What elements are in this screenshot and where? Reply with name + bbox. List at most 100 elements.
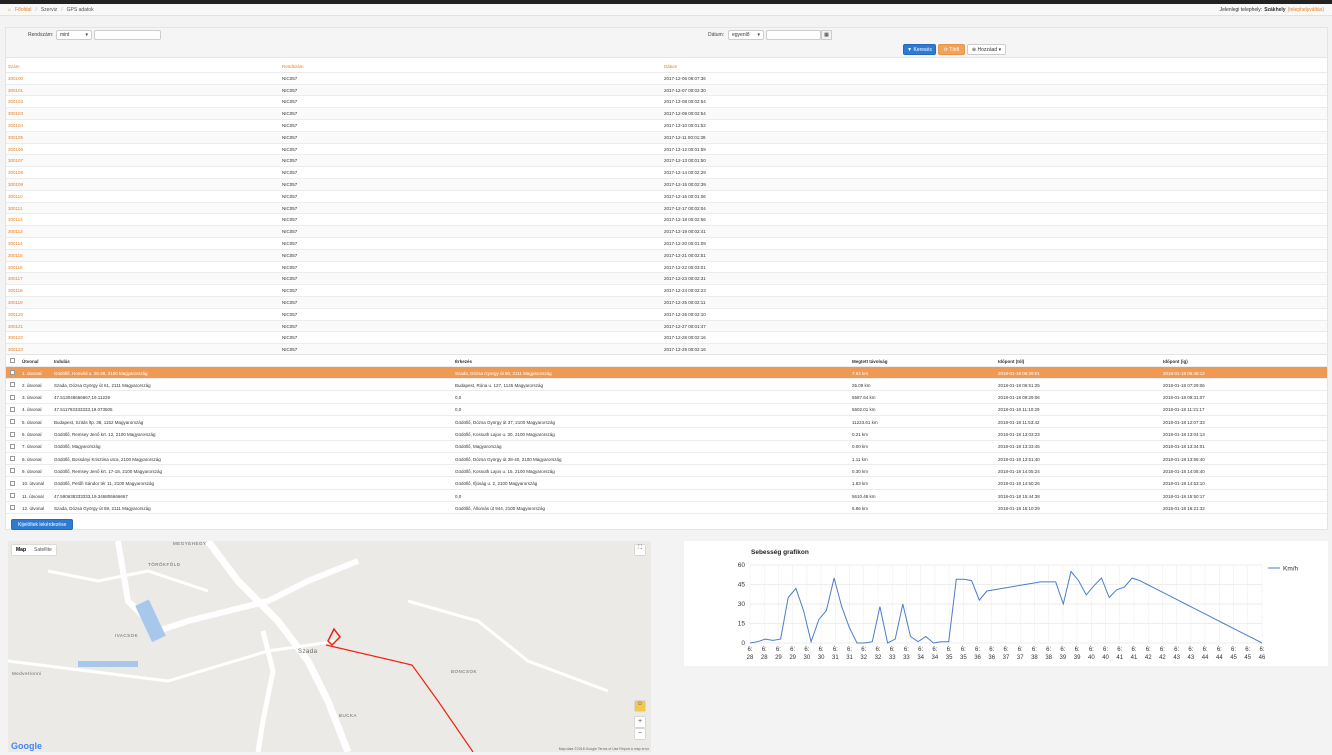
cell-szam[interactable]: 300104 (8, 123, 23, 128)
table-row[interactable]: 300114 NIC057 2017-12-20 00:01:09 (6, 238, 1327, 250)
search-button[interactable]: ▼ Keresés (903, 44, 936, 55)
row-checkbox[interactable] (10, 493, 15, 498)
table-row[interactable]: 2. útvonal Szada, Dózsa György út 61, 211… (6, 379, 1327, 392)
row-checkbox[interactable] (10, 382, 15, 388)
table-row[interactable]: 300109 NIC057 2017-12-15 00:02:39 (6, 178, 1327, 191)
table-row[interactable]: 9. útvonal Gödöllő, Remsey Jenő krt. 17-1… (6, 465, 1327, 478)
table-row[interactable]: 300111 NIC057 2017-12-17 00:02:04 (6, 202, 1327, 215)
table-row[interactable]: 300101 NIC057 2017-12-07 00:02:30 (6, 84, 1327, 97)
table-row[interactable]: 11. útvonal 47.590638333333,19.3468066666… (6, 490, 1327, 502)
table-row[interactable]: 300104 NIC057 2017-12-10 00:01:52 (6, 120, 1327, 132)
datum-input[interactable] (766, 30, 821, 40)
table-row[interactable]: 8. útvonal Gödöllő, Bossányi Krisztina ut… (6, 453, 1327, 466)
map-canvas[interactable] (8, 541, 651, 752)
row-checkbox[interactable] (10, 419, 15, 425)
fullscreen-icon[interactable]: ⛶ (635, 545, 645, 555)
cell-szam[interactable]: 300121 (8, 324, 23, 329)
cell-szam[interactable]: 300109 (8, 182, 23, 187)
reset-button[interactable]: ⟳ Törli (938, 44, 965, 55)
home-icon[interactable]: ⌂ (8, 7, 11, 13)
breadcrumb-home[interactable]: Főoldal (15, 7, 31, 13)
cell-szam[interactable]: 300102 (8, 99, 23, 104)
row-checkbox[interactable] (10, 370, 15, 375)
table-row[interactable]: 12. útvonal Szada, Dózsa György út 59, 21… (6, 502, 1327, 515)
map[interactable]: Map Satellite MEGYEHEGY TÖRÖKFÖLD IVACSO… (8, 541, 651, 752)
query-selected-button[interactable]: Kijelöltek lekérdezése (11, 519, 74, 530)
cell-szam[interactable]: 300112 (8, 217, 23, 222)
cell-szam[interactable]: 300101 (8, 88, 23, 93)
table-row[interactable]: 300117 NIC057 2017-12-23 00:02:31 (6, 273, 1327, 286)
table-row[interactable]: 4. útvonal 47.511793333333,19.073505 0,0 56… (6, 404, 1327, 416)
row-checkbox[interactable] (10, 443, 15, 449)
zoom-out-button[interactable]: − (635, 729, 645, 739)
x-tick-label: 6: (1259, 647, 1264, 653)
cell-szam[interactable]: 300107 (8, 158, 23, 163)
table-row[interactable]: 300115 NIC057 2017-12-21 00:02:51 (6, 249, 1327, 262)
table-row[interactable]: 10. útvonal Gödöllő, Petőfi Sándor tér 11… (6, 478, 1327, 490)
table-row[interactable]: 300118 NIC057 2017-12-24 00:02:23 (6, 285, 1327, 297)
cell-szam[interactable]: 300100 (8, 76, 23, 81)
table-row[interactable]: 300103 NIC057 2017-12-09 00:02:54 (6, 108, 1327, 120)
x-tick-label: 36 (974, 655, 981, 661)
row-checkbox[interactable] (10, 406, 15, 412)
zoom-in-button[interactable]: + (635, 717, 645, 727)
table-row[interactable]: 300121 NIC057 2017-12-27 00:01:47 (6, 320, 1327, 333)
table-row[interactable]: 300112 NIC057 2017-12-18 00:02:56 (6, 214, 1327, 227)
tab-satellite[interactable]: Satellite (30, 545, 56, 555)
cell-szam[interactable]: 300106 (8, 147, 23, 152)
table-row[interactable]: 300113 NIC057 2017-12-19 00:02:41 (6, 226, 1327, 238)
table-row[interactable]: 300102 NIC057 2017-12-08 00:02:54 (6, 96, 1327, 109)
table-row[interactable]: 300105 NIC057 2017-12-11 00:01:38 (6, 131, 1327, 144)
table-row[interactable]: 300119 NIC057 2017-12-25 00:02:11 (6, 296, 1327, 309)
table-row[interactable]: 300116 NIC057 2017-12-22 00:03:01 (6, 262, 1327, 274)
cell-szam[interactable]: 300108 (8, 170, 23, 175)
cell-szam[interactable]: 300115 (8, 253, 23, 258)
cell-szam[interactable]: 300113 (8, 229, 23, 234)
table-row[interactable]: 300100 NIC057 2017-12-06 06:07:36 (6, 73, 1327, 85)
table-row[interactable]: 300107 NIC057 2017-12-13 00:01:50 (6, 155, 1327, 168)
col-header-szam[interactable]: Szám (8, 64, 20, 69)
rendszam-input[interactable] (94, 30, 161, 40)
table-row[interactable]: 300120 NIC057 2017-12-26 00:02:10 (6, 309, 1327, 321)
table-row[interactable]: 1. útvonal Gödöllő, Honvéd u. 26-28, 2100… (6, 367, 1327, 379)
cell-szam[interactable]: 300119 (8, 300, 23, 305)
cell-szam[interactable]: 300118 (8, 288, 23, 293)
row-checkbox[interactable] (10, 431, 15, 437)
map-footer[interactable]: Map data ©2018 Google Terms of Use Repor… (559, 747, 649, 751)
row-checkbox[interactable] (10, 480, 15, 486)
table-row[interactable]: 300108 NIC057 2017-12-14 00:02:29 (6, 167, 1327, 179)
site-change-link[interactable]: (telephelyváltás) (1288, 7, 1324, 13)
table-row[interactable]: 300110 NIC057 2017-12-16 00:01:06 (6, 191, 1327, 203)
cell-szam[interactable]: 300123 (8, 347, 23, 352)
row-checkbox[interactable] (10, 468, 15, 474)
cell-szam[interactable]: 300111 (8, 206, 22, 211)
row-checkbox[interactable] (10, 505, 15, 511)
rendszam-mode-select[interactable]: mint ▾ (56, 30, 92, 40)
cell-szam[interactable]: 300103 (8, 111, 23, 116)
table-row[interactable]: 300122 NIC057 2017-12-28 00:02:16 (6, 332, 1327, 345)
table-row[interactable]: 300106 NIC057 2017-12-12 00:01:59 (6, 144, 1327, 156)
table-row[interactable]: 5. útvonal Budapest, Szitás ltp. 38, 1152… (6, 416, 1327, 429)
datum-mode-select[interactable]: egyenlő ▾ (728, 30, 764, 40)
cell-szam[interactable]: 300117 (8, 276, 23, 281)
cell-szam[interactable]: 300122 (8, 335, 23, 340)
tab-map[interactable]: Map (12, 545, 30, 555)
table-row[interactable]: 3. útvonal 47.513048666667,19.11229 0,0 558… (6, 392, 1327, 404)
street-view-pegman-icon[interactable]: ☺ (635, 701, 645, 711)
table-row[interactable]: 7. útvonal Gödöllő, Magyarország Gödöllő, … (6, 441, 1327, 453)
cell-szam[interactable]: 300120 (8, 312, 23, 317)
calendar-icon[interactable]: ▦ (821, 30, 832, 40)
select-all-checkbox[interactable] (10, 358, 15, 363)
row-checkbox[interactable] (10, 394, 15, 400)
table-row[interactable]: 6. útvonal Gödöllő, Remsey Jenő krt. 12, … (6, 429, 1327, 441)
col-header-rendszam[interactable]: Rendszám (282, 64, 304, 69)
col-header-datum[interactable]: Dátum (664, 64, 677, 69)
cell-szam[interactable]: 300110 (8, 194, 23, 199)
cell-rendszam: NIC057 (282, 205, 298, 211)
cell-szam[interactable]: 300116 (8, 265, 23, 270)
cell-szam[interactable]: 300105 (8, 135, 23, 140)
cell-szam[interactable]: 300114 (8, 241, 23, 246)
breadcrumb-item-szerviz[interactable]: Szerviz (41, 7, 57, 13)
add-button[interactable]: ⊕ Hozzáad ▾ (967, 44, 1006, 55)
row-checkbox[interactable] (10, 456, 15, 462)
